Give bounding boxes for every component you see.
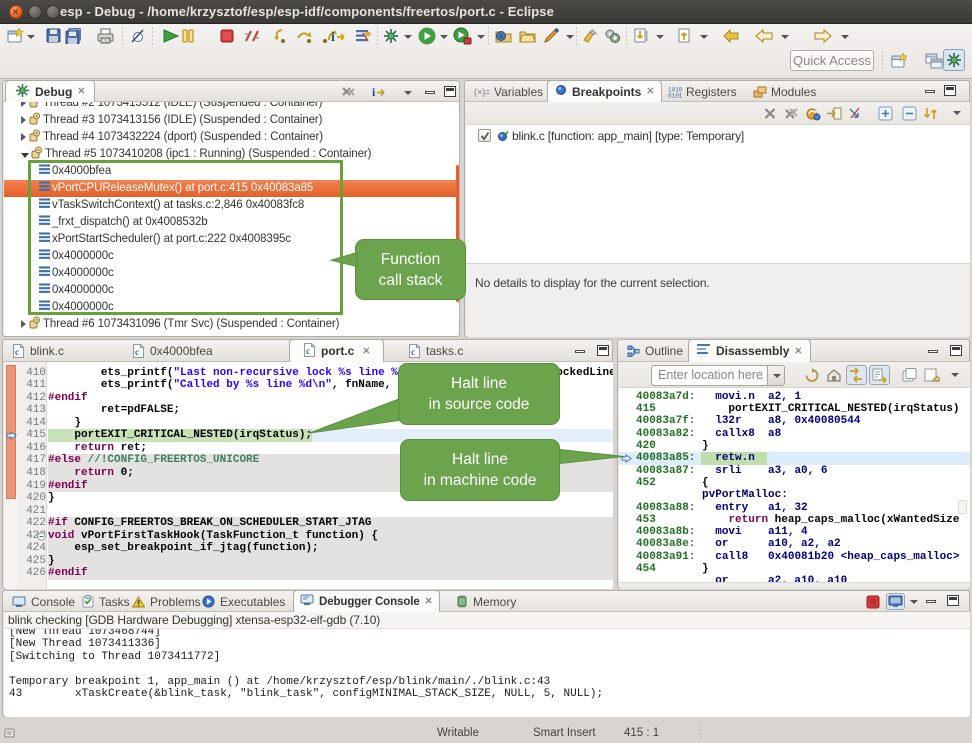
svg-text:010: 010 (102, 39, 111, 45)
svg-text:0101: 0101 (668, 92, 682, 98)
svg-text:c: c (15, 347, 19, 357)
svg-text:c: c (411, 347, 415, 357)
svg-text:c: c (306, 346, 310, 356)
svg-text:i: i (331, 30, 335, 44)
svg-text:i: i (372, 85, 376, 99)
svg-text:(×)=: (×)= (474, 87, 490, 97)
svg-text:c: c (135, 347, 139, 357)
